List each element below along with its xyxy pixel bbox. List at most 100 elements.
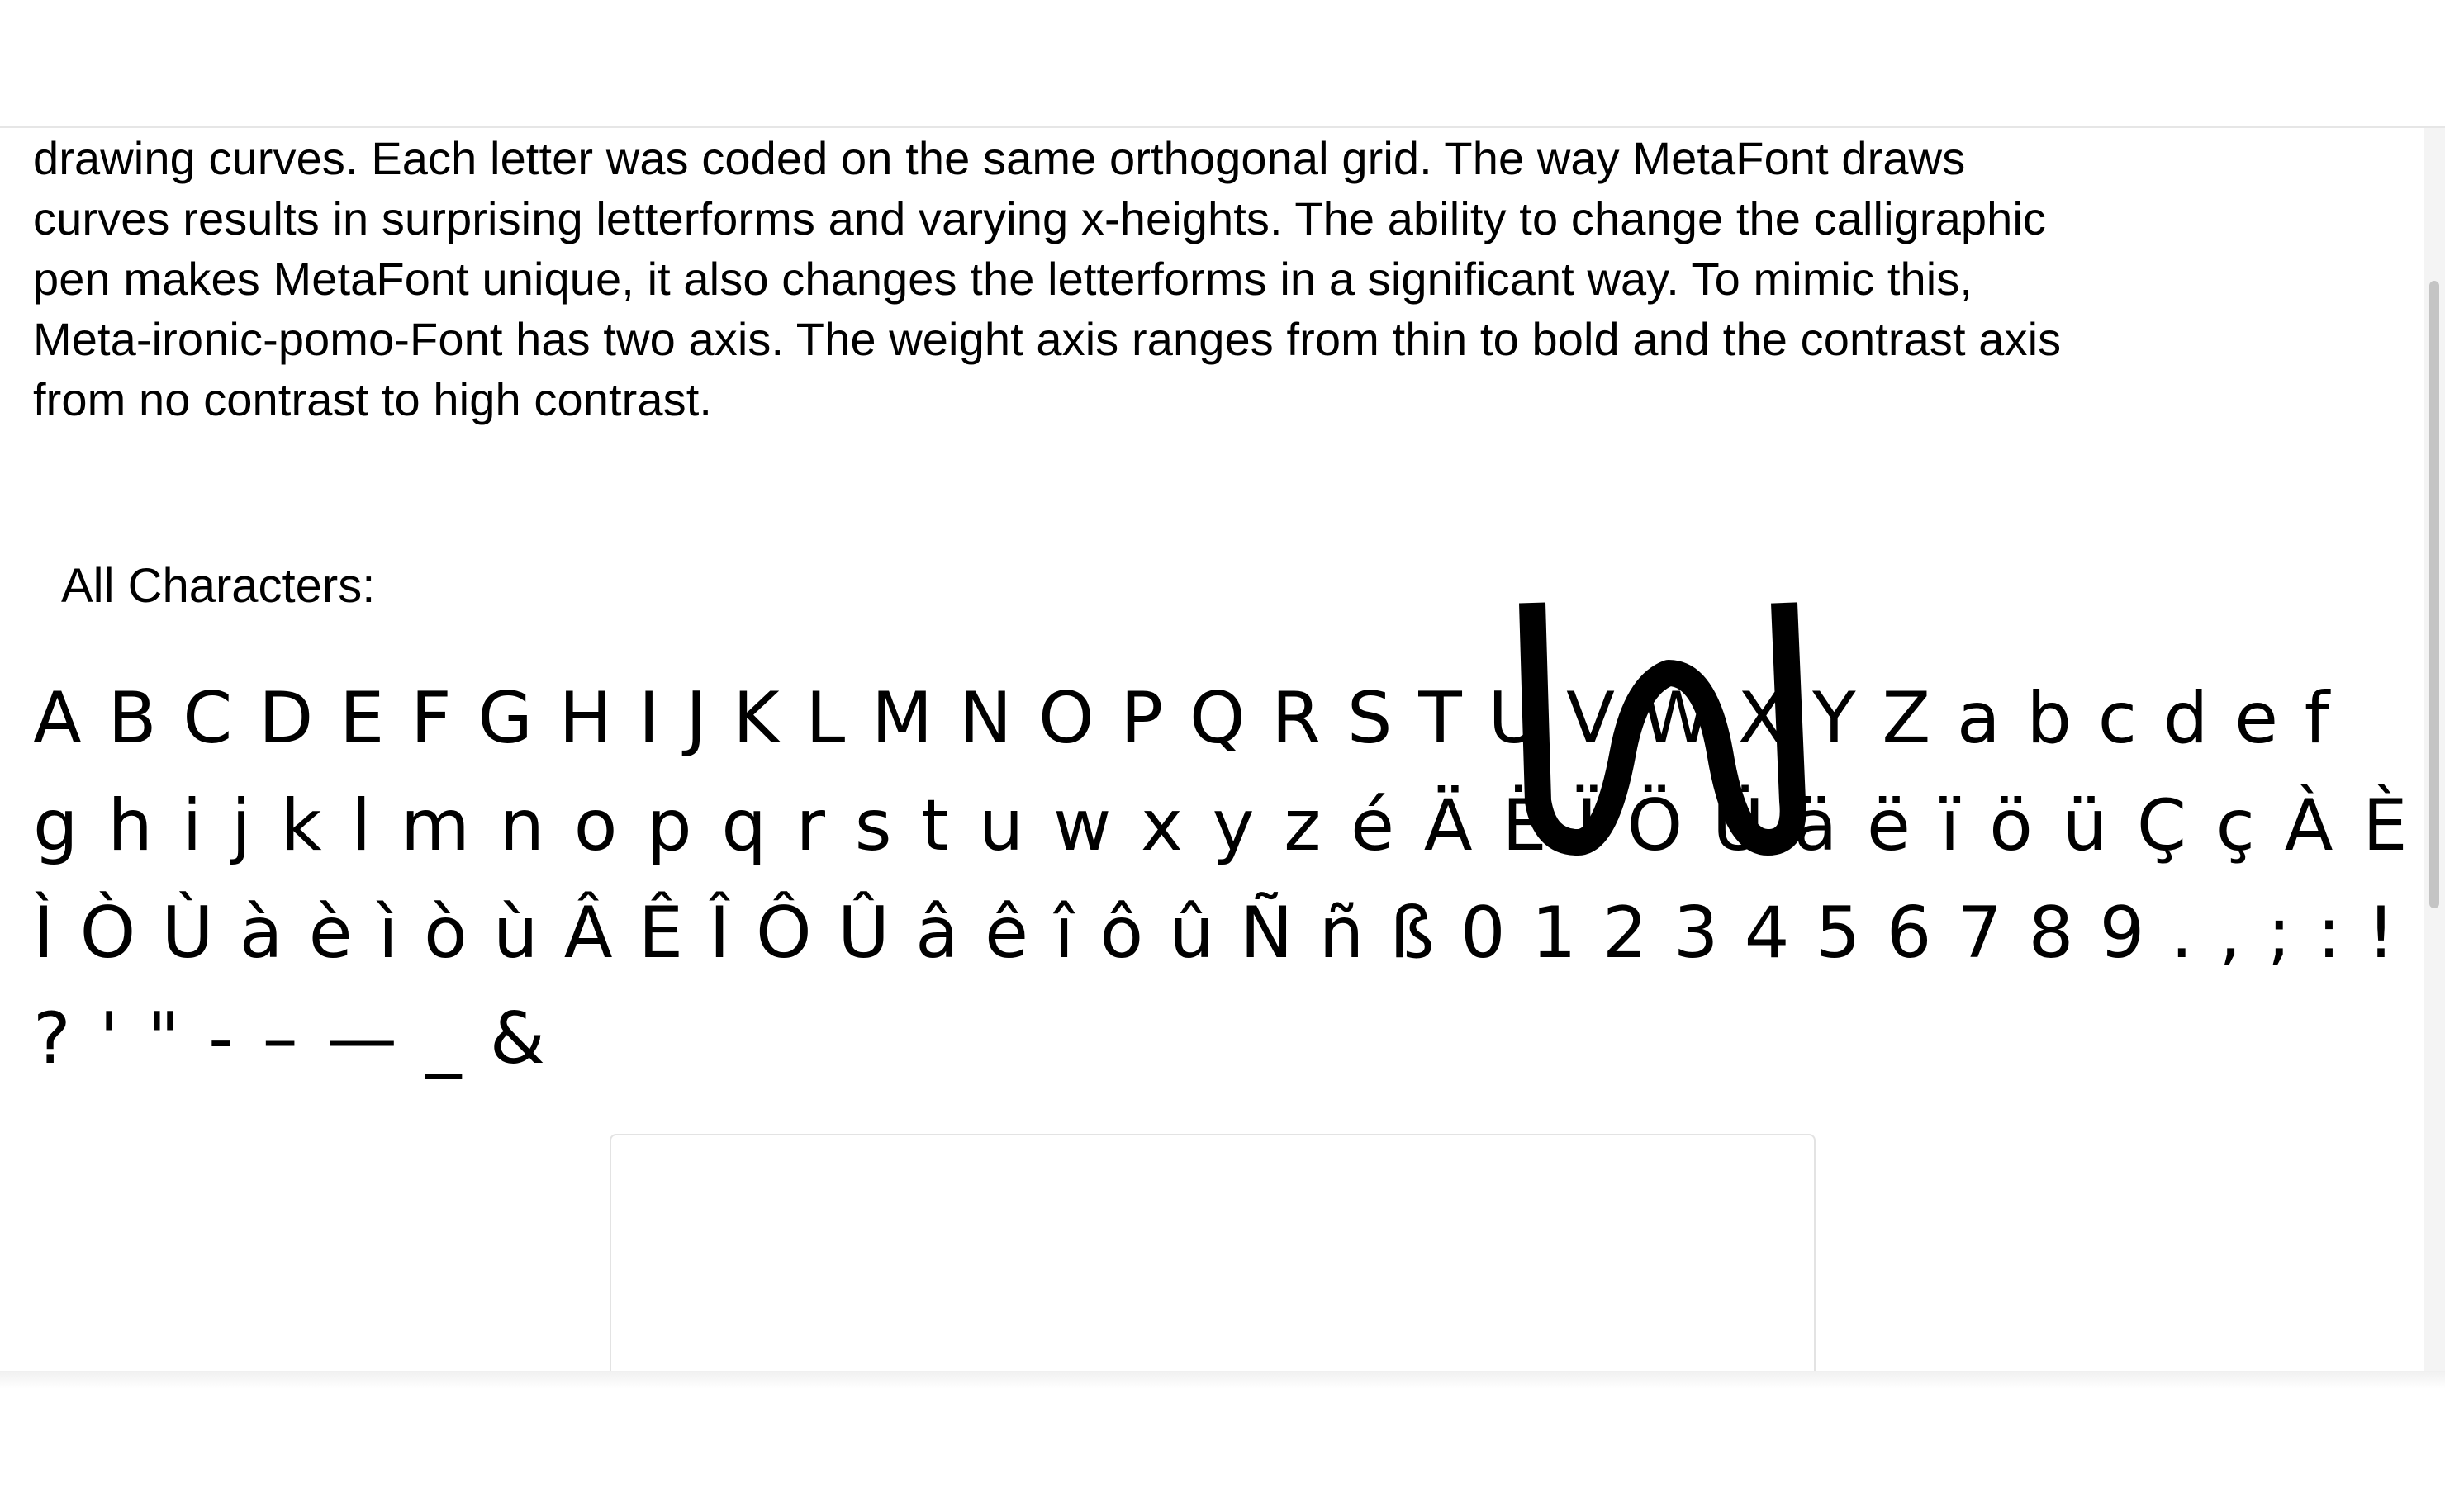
glyph-char: È — [2362, 784, 2408, 867]
glyph-char: Z — [1882, 677, 1931, 760]
glyph-char: " — [147, 998, 180, 1080]
glyph-char: q — [721, 784, 767, 867]
glyph-char: Q — [1189, 677, 1246, 760]
glyph-char: l — [351, 784, 372, 867]
glyph-char: Ù — [161, 892, 214, 974]
glyph-char: Â — [563, 892, 613, 974]
glyph-char: Y — [1812, 677, 1856, 760]
glyph-char: T — [1418, 677, 1462, 760]
glyph-char: Ì — [33, 892, 55, 974]
glyph-char: Ñ — [1240, 892, 1294, 974]
glyph-char: M — [871, 677, 933, 760]
glyph-char: Ç — [2136, 784, 2186, 867]
intro-paragraph: drawing curves. Each letter was coded on… — [33, 128, 2412, 429]
glyph-char: h — [107, 784, 153, 867]
glyph-char: î — [1054, 892, 1075, 974]
glyph-char: A — [33, 677, 82, 760]
glyph-char: o — [573, 784, 618, 867]
glyph-char: r — [795, 784, 826, 867]
glyph-char: c — [2097, 677, 2138, 760]
glyph-char: û — [1169, 892, 1214, 974]
glyph-char: b — [2026, 677, 2072, 760]
glyph-char: Ô — [756, 892, 812, 974]
bottom-shade — [0, 1371, 2445, 1512]
glyph-char: Ä — [1423, 784, 1473, 867]
glyph-char: a — [1957, 677, 2001, 760]
glyph-char: , — [2219, 892, 2242, 974]
intro-line: Meta-ironic-pomo-Font has two axis. The … — [33, 313, 2062, 365]
glyph-char: e — [2234, 677, 2278, 760]
character-row: ABCDEFGHIJKLMNOPQRSTUVWXYZabcdef — [33, 673, 2329, 764]
preview-box[interactable] — [610, 1134, 1816, 1387]
glyph-char: ï — [1939, 784, 1960, 867]
glyph-char: ì — [377, 892, 398, 974]
glyph-char: R — [1271, 677, 1322, 760]
glyph-char: L — [805, 677, 846, 760]
glyph-char: D — [259, 677, 314, 760]
all-characters-label: All Characters: — [61, 559, 376, 613]
glyph-char: g — [33, 784, 78, 867]
glyph-char: 5 — [1815, 892, 1861, 974]
glyph-char: ü — [2062, 784, 2108, 867]
glyph-char: & — [489, 998, 545, 1080]
glyph-char: B — [107, 677, 157, 760]
glyph-char: ! — [2367, 892, 2395, 974]
glyph-char: K — [733, 677, 780, 760]
character-row: ghijklmnopqrstuwxyzéÄËÏÖÜäëïöüÇçÀÈ — [33, 780, 2408, 871]
glyph-char: 6 — [1886, 892, 1932, 974]
glyph-char: ß — [1389, 892, 1435, 974]
glyph-char: ? — [33, 998, 71, 1080]
glyph-char: k — [280, 784, 322, 867]
browser-viewport: drawing curves. Each letter was coded on… — [0, 0, 2445, 1512]
glyph-char: 9 — [2099, 892, 2145, 974]
glyph-char: 8 — [2028, 892, 2074, 974]
glyph-char: : — [2316, 892, 2341, 974]
glyph-char: ô — [1099, 892, 1144, 974]
glyph-char: — — [326, 998, 398, 1080]
glyph-char: u — [978, 784, 1024, 867]
glyph-char: i — [182, 784, 202, 867]
glyph-char: è — [308, 892, 353, 974]
glyph-char: Ê — [638, 892, 684, 974]
glyph-char: n — [499, 784, 544, 867]
glyph-char: y — [1212, 784, 1255, 867]
glyph-char: ç — [2215, 784, 2255, 867]
top-bar — [0, 0, 2445, 128]
glyph-char: ' — [99, 998, 119, 1080]
glyph-char: E — [339, 677, 385, 760]
glyph-char: P — [1120, 677, 1164, 760]
character-row: Ì Ò Ùà è ì ò ù Â Ê Î Ô Ûâ ê î ô û Ññ ß 0 1 2 3 4 5 6 7 8 9.,;:! — [33, 888, 2395, 979]
glyph-char: F — [411, 677, 452, 760]
intro-line: drawing curves. Each letter was coded on… — [33, 132, 1966, 184]
glyph-char: J — [686, 677, 707, 760]
intro-line: curves results in surprising letterforms… — [33, 192, 2046, 244]
glyph-char: ê — [985, 892, 1029, 974]
character-row: ? ' " - – — _ & — [33, 993, 545, 1084]
glyph-char: Û — [837, 892, 890, 974]
glyph-char: – — [262, 998, 298, 1080]
glyph-char: é — [1351, 784, 1395, 867]
scrollbar-thumb[interactable] — [2429, 281, 2439, 908]
glyph-char: S — [1346, 677, 1393, 760]
glyph-char: m — [400, 784, 470, 867]
glyph-char: À — [2284, 784, 2333, 867]
glyph-char: ò — [424, 892, 468, 974]
glyph-char: â — [915, 892, 959, 974]
glyph-char: O — [1037, 677, 1094, 760]
intro-line: pen makes MetaFont unique, it also chang… — [33, 253, 1973, 305]
glyph-char: ù — [492, 892, 539, 974]
glyph-char: ; — [2267, 892, 2291, 974]
w-glyph-icon — [1519, 602, 1806, 856]
glyph-char: 0 — [1460, 892, 1506, 974]
glyph-char: H — [558, 677, 613, 760]
glyph-char: C — [183, 677, 233, 760]
glyph-char: Î — [709, 892, 730, 974]
glyph-char: N — [958, 677, 1013, 760]
glyph-char: ö — [1989, 784, 2033, 867]
glyph-char: _ — [425, 998, 462, 1080]
glyph-char: t — [921, 784, 949, 867]
glyph-char: w — [1052, 784, 1112, 867]
glyph-char: p — [647, 784, 692, 867]
page-content: drawing curves. Each letter was coded on… — [0, 128, 2424, 1387]
glyph-char: d — [2163, 677, 2209, 760]
